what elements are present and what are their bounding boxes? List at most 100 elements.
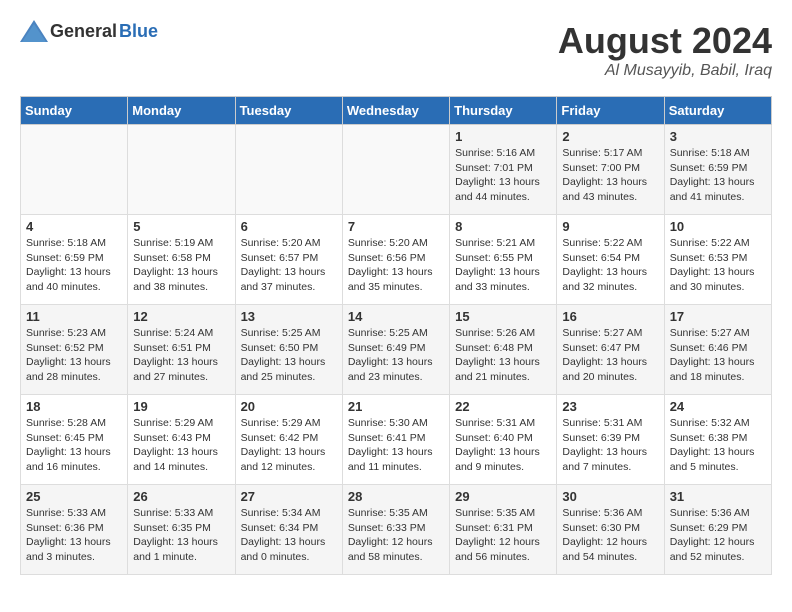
day-info: Sunrise: 5:36 AM Sunset: 6:30 PM Dayligh… (562, 506, 658, 565)
calendar-cell: 14 Sunrise: 5:25 AM Sunset: 6:49 PM Dayli… (342, 305, 449, 395)
day-info: Sunrise: 5:33 AM Sunset: 6:35 PM Dayligh… (133, 506, 229, 565)
calendar-cell: 3 Sunrise: 5:18 AM Sunset: 6:59 PM Daylig… (664, 125, 771, 215)
calendar-cell: 13 Sunrise: 5:25 AM Sunset: 6:50 PM Dayli… (235, 305, 342, 395)
calendar-cell: 23Sunrise: 5:31 AM Sunset: 6:39 PM Dayli… (557, 395, 664, 485)
day-number: 23 (562, 399, 658, 414)
calendar-cell: 31 Sunrise: 5:36 AM Sunset: 6:29 PM Dayli… (664, 485, 771, 575)
day-number: 1 (455, 129, 551, 144)
day-info: Sunrise: 5:22 AM Sunset: 6:54 PM Dayligh… (562, 236, 658, 295)
day-info: Sunrise: 5:20 AM Sunset: 6:57 PM Dayligh… (241, 236, 337, 295)
day-info: Sunrise: 5:34 AM Sunset: 6:34 PM Dayligh… (241, 506, 337, 565)
day-info: Sunrise: 5:25 AM Sunset: 6:49 PM Dayligh… (348, 326, 444, 385)
calendar-cell: 19 Sunrise: 5:29 AM Sunset: 6:43 PM Dayli… (128, 395, 235, 485)
day-number: 3 (670, 129, 766, 144)
calendar-cell: 17 Sunrise: 5:27 AM Sunset: 6:46 PM Dayli… (664, 305, 771, 395)
calendar-cell (21, 125, 128, 215)
day-number: 14 (348, 309, 444, 324)
weekday-header-friday: Friday (557, 97, 664, 125)
day-number: 2 (562, 129, 658, 144)
title-area: August 2024 Al Musayyib, Babil, Iraq (558, 20, 772, 80)
day-number: 12 (133, 309, 229, 324)
day-number: 10 (670, 219, 766, 234)
day-number: 25 (26, 489, 122, 504)
logo-icon (20, 20, 48, 42)
day-info: Sunrise: 5:35 AM Sunset: 6:33 PM Dayligh… (348, 506, 444, 565)
calendar-cell: 9 Sunrise: 5:22 AM Sunset: 6:54 PM Daylig… (557, 215, 664, 305)
day-number: 13 (241, 309, 337, 324)
calendar-cell (128, 125, 235, 215)
week-row-5: 25 Sunrise: 5:33 AM Sunset: 6:36 PM Dayli… (21, 485, 772, 575)
day-info: Sunrise: 5:27 AM Sunset: 6:46 PM Dayligh… (670, 326, 766, 385)
day-number: 24 (670, 399, 766, 414)
calendar-cell: 27 Sunrise: 5:34 AM Sunset: 6:34 PM Dayli… (235, 485, 342, 575)
week-row-1: 1Sunrise: 5:16 AM Sunset: 7:01 PM Daylig… (21, 125, 772, 215)
day-number: 5 (133, 219, 229, 234)
day-info: Sunrise: 5:18 AM Sunset: 6:59 PM Dayligh… (670, 146, 766, 205)
weekday-header-sunday: Sunday (21, 97, 128, 125)
calendar-cell: 15Sunrise: 5:26 AM Sunset: 6:48 PM Dayli… (450, 305, 557, 395)
calendar-cell: 24 Sunrise: 5:32 AM Sunset: 6:38 PM Dayli… (664, 395, 771, 485)
week-row-3: 11 Sunrise: 5:23 AM Sunset: 6:52 PM Dayli… (21, 305, 772, 395)
calendar-cell: 5 Sunrise: 5:19 AM Sunset: 6:58 PM Daylig… (128, 215, 235, 305)
calendar-cell (235, 125, 342, 215)
week-row-4: 18 Sunrise: 5:28 AM Sunset: 6:45 PM Dayli… (21, 395, 772, 485)
month-title: August 2024 (558, 20, 772, 62)
day-number: 22 (455, 399, 551, 414)
day-info: Sunrise: 5:17 AM Sunset: 7:00 PM Dayligh… (562, 146, 658, 205)
day-info: Sunrise: 5:22 AM Sunset: 6:53 PM Dayligh… (670, 236, 766, 295)
day-number: 17 (670, 309, 766, 324)
day-number: 16 (562, 309, 658, 324)
day-number: 27 (241, 489, 337, 504)
day-info: Sunrise: 5:23 AM Sunset: 6:52 PM Dayligh… (26, 326, 122, 385)
day-info: Sunrise: 5:18 AM Sunset: 6:59 PM Dayligh… (26, 236, 122, 295)
day-info: Sunrise: 5:31 AM Sunset: 6:40 PM Dayligh… (455, 416, 551, 475)
week-row-2: 4 Sunrise: 5:18 AM Sunset: 6:59 PM Daylig… (21, 215, 772, 305)
day-info: Sunrise: 5:29 AM Sunset: 6:43 PM Dayligh… (133, 416, 229, 475)
calendar-cell: 20Sunrise: 5:29 AM Sunset: 6:42 PM Dayli… (235, 395, 342, 485)
calendar-cell: 4 Sunrise: 5:18 AM Sunset: 6:59 PM Daylig… (21, 215, 128, 305)
location-title: Al Musayyib, Babil, Iraq (558, 62, 772, 80)
calendar-table: SundayMondayTuesdayWednesdayThursdayFrid… (20, 96, 772, 575)
day-info: Sunrise: 5:28 AM Sunset: 6:45 PM Dayligh… (26, 416, 122, 475)
weekday-header-thursday: Thursday (450, 97, 557, 125)
weekday-header-monday: Monday (128, 97, 235, 125)
day-info: Sunrise: 5:35 AM Sunset: 6:31 PM Dayligh… (455, 506, 551, 565)
day-info: Sunrise: 5:25 AM Sunset: 6:50 PM Dayligh… (241, 326, 337, 385)
logo: General Blue (20, 20, 158, 42)
day-info: Sunrise: 5:29 AM Sunset: 6:42 PM Dayligh… (241, 416, 337, 475)
day-number: 29 (455, 489, 551, 504)
calendar-cell: 30 Sunrise: 5:36 AM Sunset: 6:30 PM Dayli… (557, 485, 664, 575)
day-info: Sunrise: 5:36 AM Sunset: 6:29 PM Dayligh… (670, 506, 766, 565)
weekday-header-saturday: Saturday (664, 97, 771, 125)
weekday-header-tuesday: Tuesday (235, 97, 342, 125)
day-info: Sunrise: 5:30 AM Sunset: 6:41 PM Dayligh… (348, 416, 444, 475)
logo-blue: Blue (119, 21, 158, 42)
calendar-cell: 12 Sunrise: 5:24 AM Sunset: 6:51 PM Dayli… (128, 305, 235, 395)
day-number: 4 (26, 219, 122, 234)
calendar-cell: 22 Sunrise: 5:31 AM Sunset: 6:40 PM Dayli… (450, 395, 557, 485)
day-info: Sunrise: 5:32 AM Sunset: 6:38 PM Dayligh… (670, 416, 766, 475)
day-number: 7 (348, 219, 444, 234)
day-number: 19 (133, 399, 229, 414)
calendar-cell: 6 Sunrise: 5:20 AM Sunset: 6:57 PM Daylig… (235, 215, 342, 305)
day-number: 21 (348, 399, 444, 414)
page-header: General Blue August 2024 Al Musayyib, Ba… (20, 20, 772, 80)
day-info: Sunrise: 5:33 AM Sunset: 6:36 PM Dayligh… (26, 506, 122, 565)
day-number: 26 (133, 489, 229, 504)
day-number: 9 (562, 219, 658, 234)
day-number: 31 (670, 489, 766, 504)
calendar-cell: 16Sunrise: 5:27 AM Sunset: 6:47 PM Dayli… (557, 305, 664, 395)
day-number: 28 (348, 489, 444, 504)
day-number: 6 (241, 219, 337, 234)
calendar-cell: 11 Sunrise: 5:23 AM Sunset: 6:52 PM Dayli… (21, 305, 128, 395)
day-number: 18 (26, 399, 122, 414)
day-info: Sunrise: 5:21 AM Sunset: 6:55 PM Dayligh… (455, 236, 551, 295)
day-number: 30 (562, 489, 658, 504)
calendar-cell: 2 Sunrise: 5:17 AM Sunset: 7:00 PM Daylig… (557, 125, 664, 215)
day-info: Sunrise: 5:24 AM Sunset: 6:51 PM Dayligh… (133, 326, 229, 385)
day-info: Sunrise: 5:19 AM Sunset: 6:58 PM Dayligh… (133, 236, 229, 295)
day-number: 11 (26, 309, 122, 324)
logo-general: General (50, 21, 117, 42)
calendar-cell: 25 Sunrise: 5:33 AM Sunset: 6:36 PM Dayli… (21, 485, 128, 575)
calendar-cell: 18 Sunrise: 5:28 AM Sunset: 6:45 PM Dayli… (21, 395, 128, 485)
